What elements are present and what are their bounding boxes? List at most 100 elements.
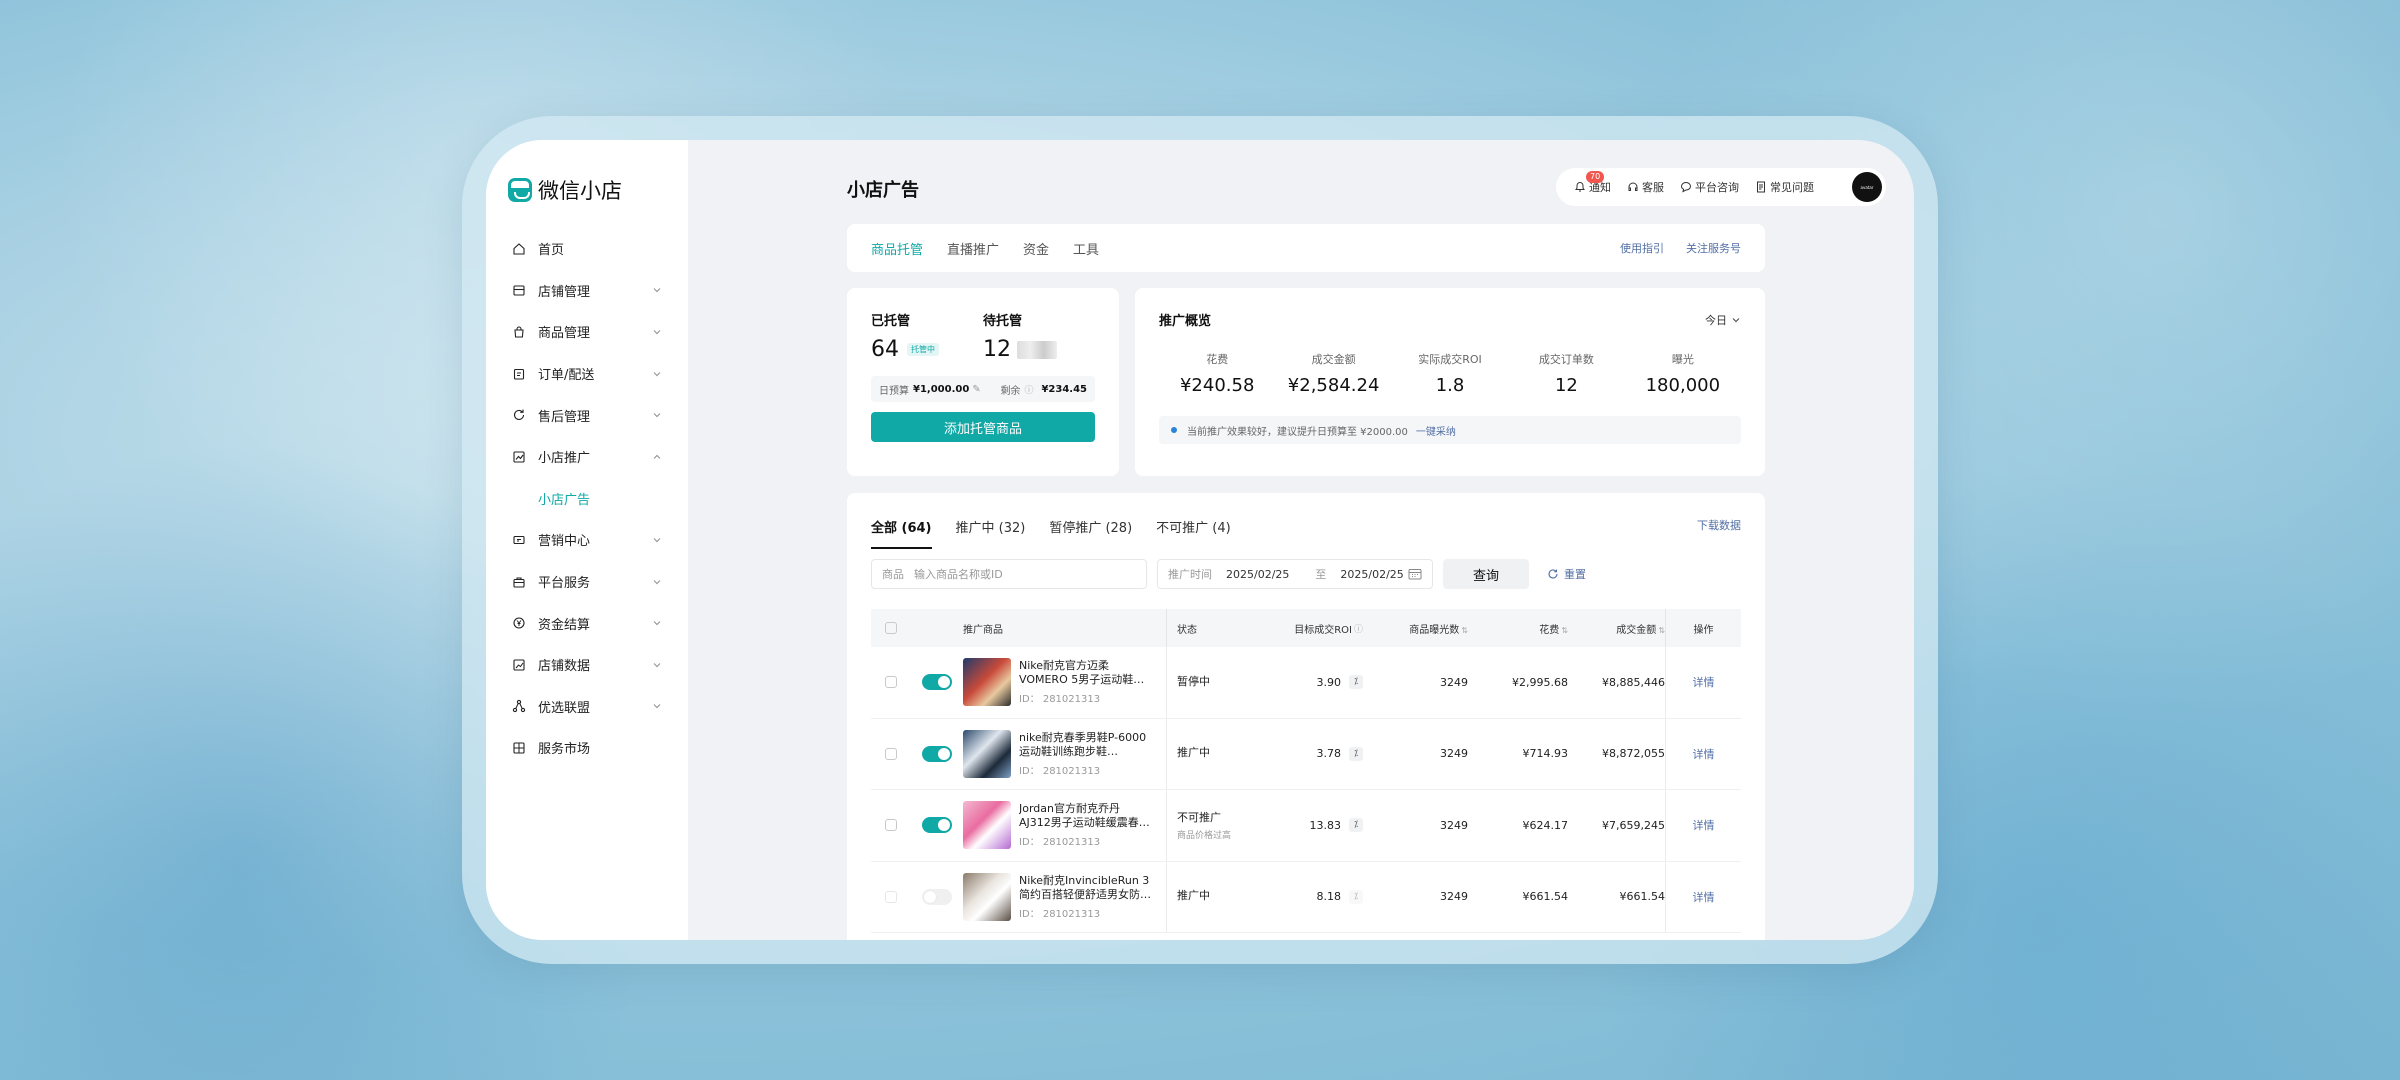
row-checkbox[interactable] [885,747,897,760]
sidebar-item-10[interactable]: 优选联盟 [486,686,688,728]
detail-link[interactable]: 详情 [1666,889,1741,905]
col-amount[interactable]: 成交金额 [1616,625,1656,636]
hosting-summary-card: 已托管 64 托管中 待托管 12 日预算 ¥1,000.00 ✎ 剩余 ⓘ ¥… [847,288,1119,476]
hosted-count: 64 [871,337,899,362]
sidebar-item-4[interactable]: 售后管理 [486,394,688,436]
budget-label: 日预算 [879,385,909,397]
notify-button[interactable]: 通知 70 [1574,171,1611,195]
metric-label: 成交订单数 [1538,353,1594,366]
sidebar-item-label: 订单/配送 [538,368,595,384]
product-search-input[interactable]: 商品 输入商品名称或ID [871,559,1147,589]
chevron-down-icon [653,371,661,376]
add-hosted-product-button[interactable]: 添加托管商品 [871,412,1095,442]
avatar[interactable]: avatar [1852,172,1882,202]
detail-link[interactable]: 详情 [1666,746,1741,762]
sidebar-item-8[interactable]: 资金结算 [486,602,688,644]
row-checkbox[interactable] [885,890,897,903]
download-data-link[interactable]: 下载数据 [1697,517,1741,541]
reset-button[interactable]: 重置 [1547,566,1586,582]
col-cost[interactable]: 花费 [1539,625,1559,636]
row-checkbox[interactable] [885,676,897,689]
product-filter-label: 商品 [882,568,904,581]
tab-product-hosting[interactable]: 商品托管 [871,239,923,258]
sidebar-item-2[interactable]: 商品管理 [486,311,688,353]
sidebar-item-7[interactable]: 平台服务 [486,561,688,603]
sidebar-item-0[interactable]: 首页 [486,228,688,270]
sidebar-item-5[interactable]: 小店推广 [486,436,688,478]
col-status: 状态 [1177,624,1197,636]
product-thumbnail [963,801,1011,850]
main-content: 小店广告 通知 70 客服 平台咨询 常见问题 avatar 商品托管 直播推广… [688,140,1914,940]
product-id: ID： 281021313 [1019,694,1101,706]
sidebar-item-9[interactable]: 店铺数据 [486,644,688,686]
sort-icon[interactable]: ⇅ [1561,626,1568,635]
pending-thumbnails[interactable] [1017,340,1057,359]
briefcase-icon [512,575,526,589]
list-tab-unavailable[interactable]: 不可推广 (4) [1156,517,1231,541]
sidebar-item-1[interactable]: 店铺管理 [486,270,688,312]
product-list-card: 全部 (64) 推广中 (32) 暂停推广 (28) 不可推广 (4) 下载数据… [847,493,1765,940]
chevron-down-icon [653,704,661,709]
col-roi: 目标成交ROI [1294,624,1352,636]
sort-icon[interactable]: ⇅ [1461,626,1468,635]
edit-roi-icon[interactable]: ⁒ [1349,675,1363,690]
follow-link[interactable]: 关注服务号 [1686,240,1741,256]
roi-value: 3.90 [1316,675,1342,689]
date-to: 2025/02/25 [1340,567,1404,581]
list-tab-paused[interactable]: 暂停推广 (28) [1049,517,1132,541]
adopt-link[interactable]: 一键采纳 [1416,423,1456,438]
query-button[interactable]: 查询 [1443,559,1529,589]
edit-roi-icon[interactable]: ⁒ [1349,746,1363,761]
chevron-up-icon [653,454,661,459]
sort-icon[interactable]: ⇅ [1658,626,1665,635]
bag-icon [512,325,526,339]
product-id: ID： 281021313 [1019,908,1101,920]
table-row: Nike耐克InvincibleRun 3简约百搭轻便舒适男女防滑… ID： 28… [871,861,1741,933]
consult-button[interactable]: 平台咨询 [1680,179,1739,195]
faq-button[interactable]: 常见问题 [1755,179,1814,195]
tab-live-promotion[interactable]: 直播推广 [947,239,999,258]
grid-icon [512,741,526,755]
promotion-toggle[interactable] [922,745,952,762]
col-exposure[interactable]: 商品曝光数 [1409,625,1459,636]
edit-roi-icon[interactable]: ⁒ [1349,818,1363,833]
date-range-picker[interactable]: 推广时间 2025/02/25 至 2025/02/25 [1157,559,1433,589]
promotion-toggle[interactable] [922,817,952,834]
date-separator: 至 [1315,568,1327,581]
metric-label: 实际成交ROI [1418,353,1482,366]
sidebar-item-11[interactable]: 服务市场 [486,727,688,769]
row-checkbox[interactable] [885,819,897,832]
cost-value: ¥624.17 [1522,818,1569,832]
clipboard-icon [512,367,526,381]
edit-icon[interactable]: ✎ [972,384,980,395]
select-all-checkbox[interactable] [885,622,897,634]
store-icon [512,283,526,297]
time-filter-label: 推广时间 [1168,568,1212,581]
chevron-down-icon [653,288,661,293]
list-tab-promoting[interactable]: 推广中 (32) [956,517,1026,541]
tab-funds[interactable]: 资金 [1023,239,1049,258]
home-icon [512,242,526,256]
sidebar-item-6[interactable]: 营销中心 [486,519,688,561]
metric-value: 1.8 [1435,375,1465,396]
period-select[interactable]: 今日 [1705,312,1741,328]
promotion-toggle[interactable] [922,674,952,691]
faq-label: 常见问题 [1770,181,1814,194]
top-toolbar: 通知 70 客服 平台咨询 常见问题 avatar [1556,168,1886,206]
cost-value: ¥2,995.68 [1512,675,1568,689]
promotion-toggle[interactable] [922,888,952,905]
guide-link[interactable]: 使用指引 [1620,240,1664,256]
sidebar-item-label: 商品管理 [538,326,591,342]
edit-roi-icon[interactable]: ⁒ [1349,889,1363,904]
metric-label: 曝光 [1671,353,1694,366]
service-button[interactable]: 客服 [1627,179,1664,195]
list-tab-all[interactable]: 全部 (64) [871,517,932,549]
metric-value: 12 [1554,375,1578,396]
metric-label: 花费 [1206,353,1229,366]
detail-link[interactable]: 详情 [1666,674,1741,690]
sidebar-subitem-ads[interactable]: 小店广告 [486,478,688,520]
tab-tools[interactable]: 工具 [1073,239,1099,258]
sidebar-item-3[interactable]: 订单/配送 [486,353,688,395]
detail-link[interactable]: 详情 [1666,817,1741,833]
chat-icon [1680,181,1692,193]
